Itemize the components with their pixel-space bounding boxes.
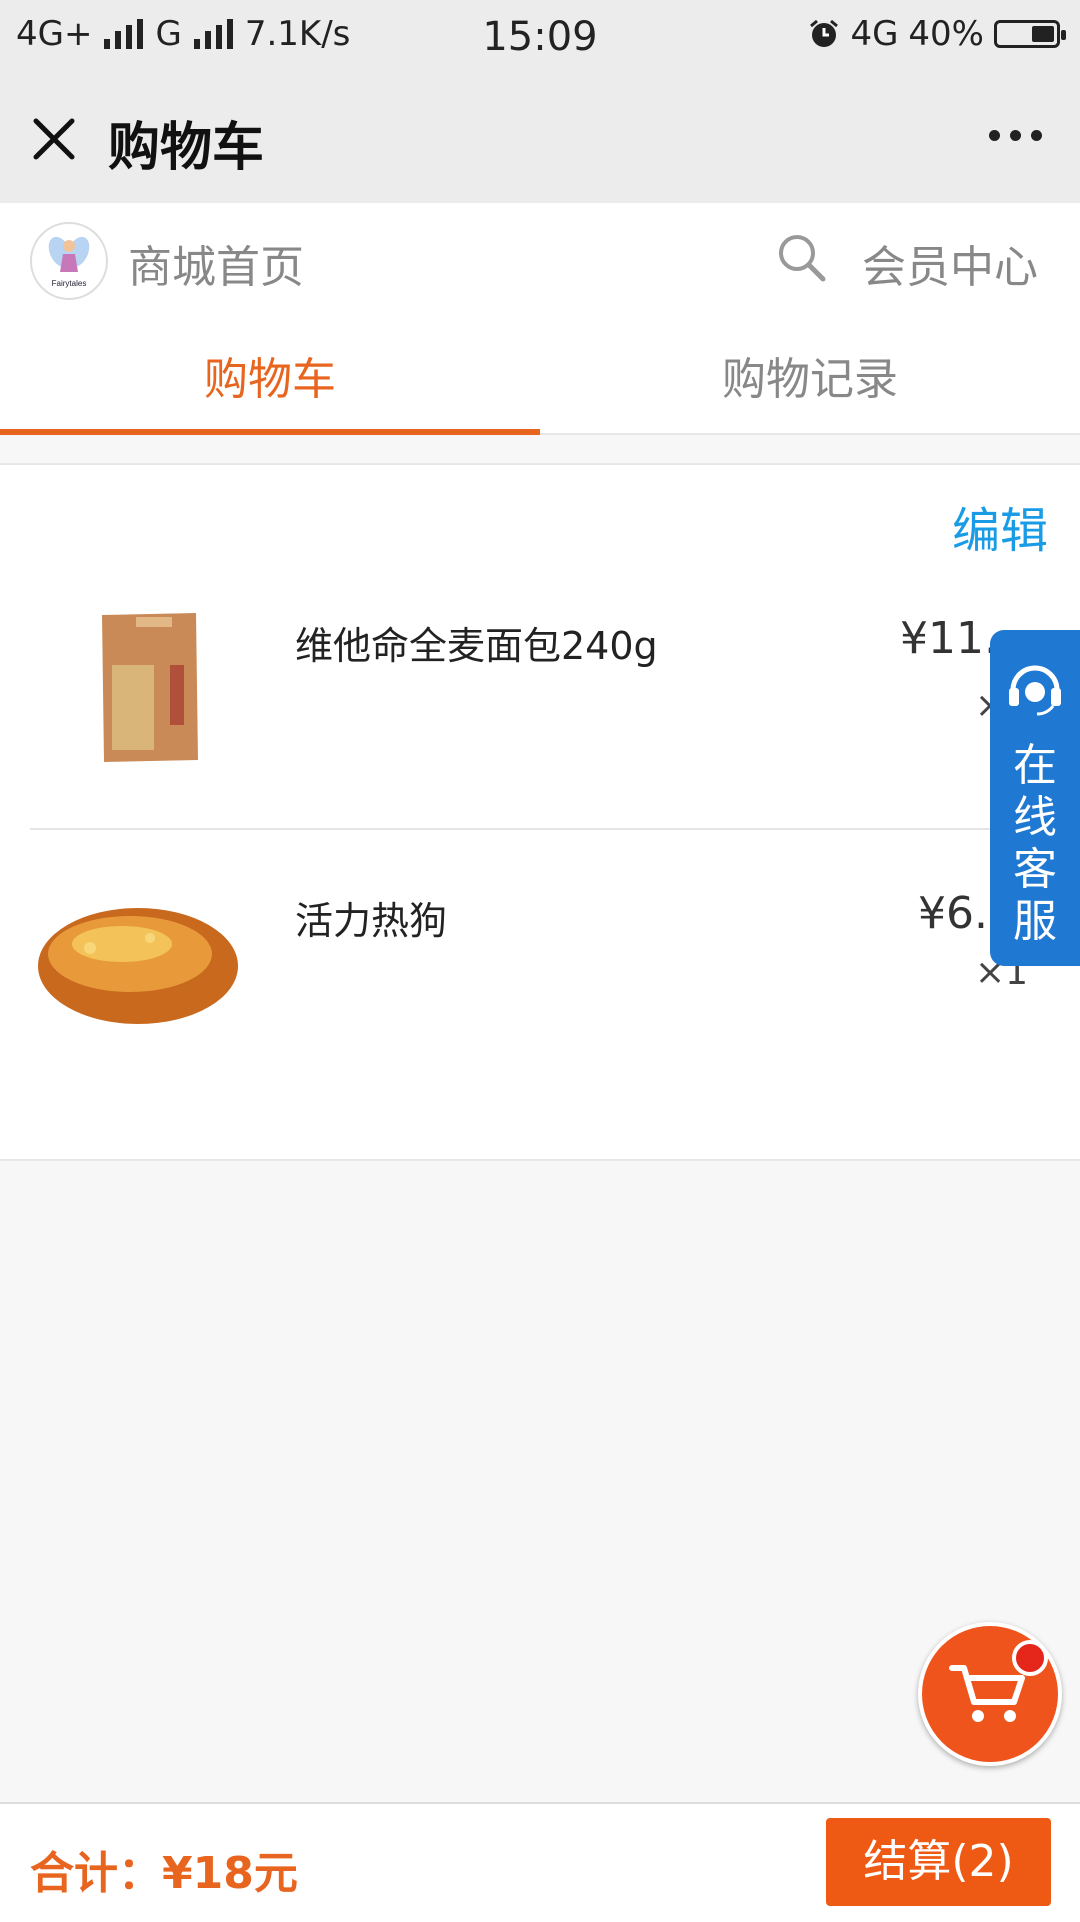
active-tab-indicator: [0, 429, 540, 435]
item-name: 维他命全麦面包240g: [295, 624, 658, 668]
shopping-cart-icon: [949, 1665, 1025, 1722]
nav-bar: 购物车: [0, 75, 1080, 204]
online-customer-service[interactable]: 在 线 客 服: [990, 630, 1080, 966]
logo-text: Fairytales: [52, 279, 87, 288]
tab-cart[interactable]: 购物车: [0, 343, 540, 407]
checkout-bar: 合计：¥18元 结算(2): [0, 1802, 1080, 1922]
close-icon[interactable]: [30, 115, 78, 163]
cart-list: 编辑 维他命全麦面包240g ¥11. × 活力热狗 ¥6. ×1: [0, 463, 1080, 1161]
page-title: 购物车: [108, 118, 265, 178]
cs-char: 线: [1013, 792, 1057, 843]
tab-purchase-history[interactable]: 购物记录: [540, 343, 1080, 407]
shop-bar: Fairytales 商城首页 会员中心: [0, 203, 1080, 313]
product-image-hotdog[interactable]: [30, 878, 246, 1058]
customer-service-label: 在 线 客 服: [990, 740, 1080, 948]
headset-icon: [1009, 665, 1061, 716]
cs-char: 客: [1013, 844, 1057, 895]
cart-total: 合计：¥18元: [30, 1848, 298, 1899]
floating-cart-button[interactable]: [918, 1622, 1062, 1766]
status-right: 4G 40%: [808, 14, 1066, 54]
network-type-3: 4G: [850, 14, 899, 54]
cart-item[interactable]: 活力热狗 ¥6. ×1: [30, 830, 1080, 1120]
status-bar: 4G+ G 7.1K/s 15:09 4G 40%: [0, 0, 1080, 75]
cart-badge: [1012, 1640, 1048, 1676]
item-price: ¥11.: [900, 613, 998, 664]
cs-char: 服: [1013, 896, 1057, 947]
cart-item[interactable]: 维他命全麦面包240g ¥11. ×: [30, 595, 1080, 830]
home-link[interactable]: 商城首页: [128, 231, 304, 295]
item-price: ¥6.: [918, 888, 988, 939]
product-image-bread[interactable]: [30, 595, 246, 775]
more-icon[interactable]: [989, 130, 1042, 141]
tab-bar: 购物车 购物记录: [0, 313, 1080, 435]
alarm-icon: [810, 19, 839, 47]
shop-logo[interactable]: Fairytales: [30, 222, 108, 300]
edit-button[interactable]: 编辑: [952, 491, 1048, 561]
battery-icon: [994, 20, 1066, 48]
battery-percent: 40%: [908, 14, 984, 54]
member-center-link[interactable]: 会员中心: [862, 231, 1038, 295]
checkout-button[interactable]: 结算(2): [826, 1818, 1051, 1906]
cs-char: 在: [1013, 740, 1057, 791]
search-icon[interactable]: [773, 229, 829, 285]
item-name: 活力热狗: [295, 899, 448, 943]
fairy-logo-icon: Fairytales: [48, 236, 90, 288]
